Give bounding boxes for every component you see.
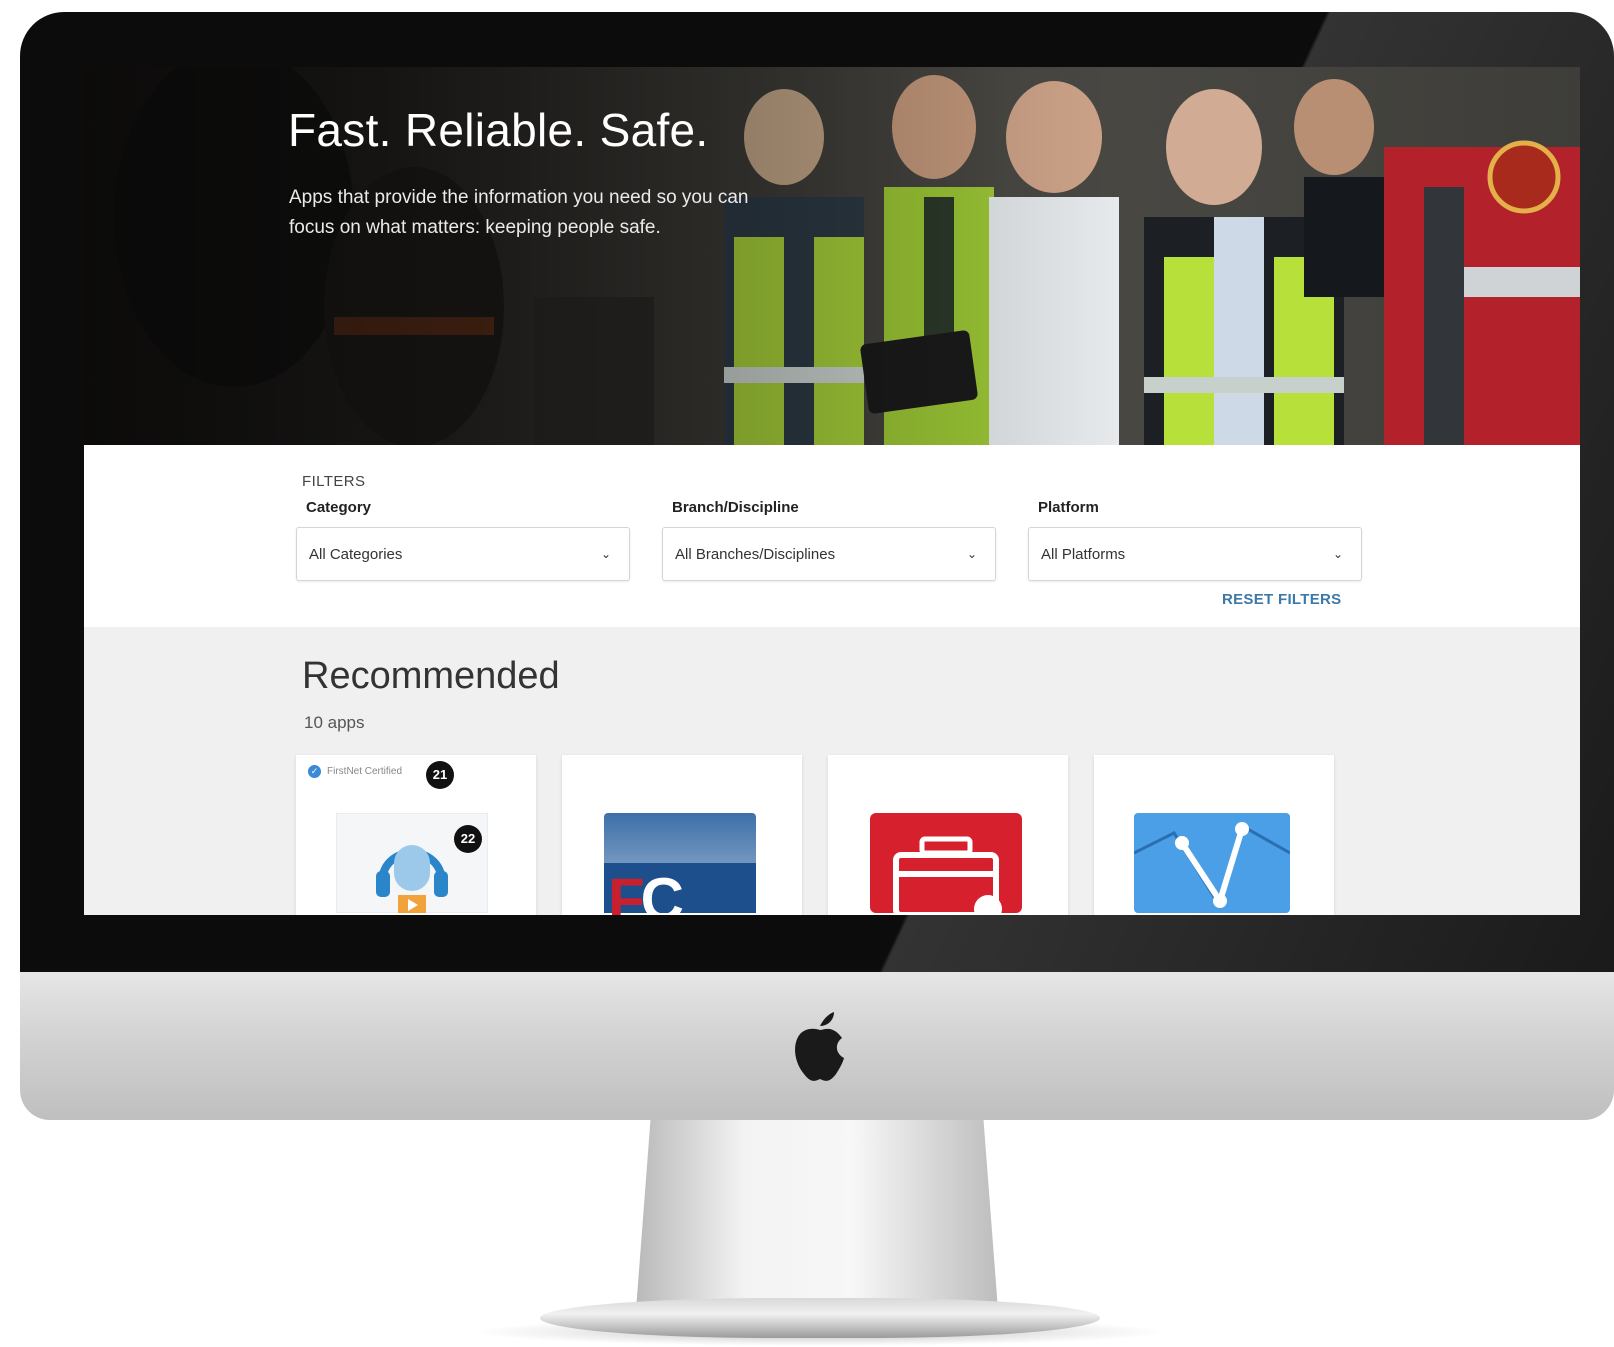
app-card[interactable] (828, 755, 1068, 915)
branch-label: Branch/Discipline (672, 499, 799, 516)
filters-heading: FILTERS (302, 473, 366, 490)
reset-filters-link[interactable]: RESET FILTERS (1222, 591, 1341, 608)
app-card[interactable]: ✓ FirstNet Certified 21 22 (296, 755, 536, 915)
branch-select[interactable]: All Branches/Disciplines ⌄ (662, 527, 996, 581)
hero-title: Fast. Reliable. Safe. (288, 104, 709, 156)
category-label: Category (306, 499, 372, 516)
platform-filter: Platform All Platforms ⌄ (1028, 499, 1362, 581)
app-card[interactable] (1094, 755, 1334, 915)
branch-value: All Branches/Disciplines (675, 545, 836, 563)
certified-label: FirstNet Certified (327, 766, 403, 777)
network-nodes-icon (1134, 813, 1290, 913)
platform-select[interactable]: All Platforms ⌄ (1028, 527, 1362, 581)
recommended-title: Recommended (302, 655, 560, 697)
app-card[interactable]: FC (562, 755, 802, 915)
platform-value: All Platforms (1041, 545, 1126, 563)
imac-stand-neck (636, 1120, 998, 1310)
apple-logo-icon (795, 1012, 844, 1081)
category-filter: Category All Categories ⌄ (296, 499, 630, 581)
recommended-section: Recommended 10 apps ✓ FirstNet Certified… (84, 627, 1580, 915)
hero-banner: Fast. Reliable. Safe. Apps that provide … (84, 67, 1580, 445)
briefcase-map-icon (870, 813, 1022, 913)
branch-filter: Branch/Discipline All Branches/Disciplin… (662, 499, 996, 581)
count-badge: 22 (454, 825, 482, 853)
hero-subtitle: Apps that provide the information you ne… (289, 187, 749, 238)
app-count: 10 apps (304, 713, 365, 732)
category-value: All Categories (309, 545, 403, 563)
chevron-down-icon: ⌄ (966, 547, 977, 561)
certified-badge: ✓ FirstNet Certified (308, 765, 402, 778)
count-badge: 21 (426, 761, 454, 789)
imac-stand-base (540, 1298, 1100, 1338)
screen: Fast. Reliable. Safe. Apps that provide … (84, 67, 1580, 915)
chevron-down-icon: ⌄ (600, 547, 611, 561)
fc-logo-text: FC (608, 866, 684, 915)
chevron-down-icon: ⌄ (1332, 547, 1343, 561)
filters-section: FILTERS Category All Categories ⌄ Branch… (84, 445, 1580, 627)
check-icon: ✓ (308, 765, 321, 778)
category-select[interactable]: All Categories ⌄ (296, 527, 630, 581)
platform-label: Platform (1038, 499, 1099, 516)
